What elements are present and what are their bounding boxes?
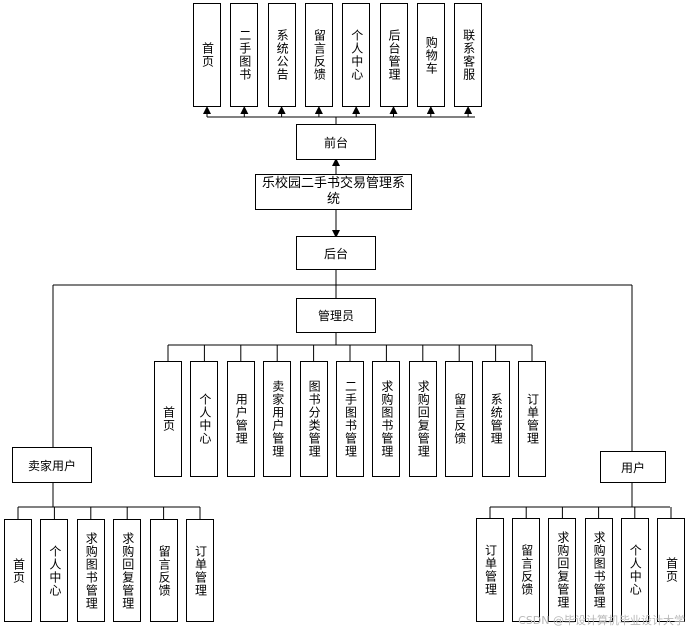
frontend-module-3: 留言反馈 bbox=[304, 3, 333, 107]
frontend-module-label: 二手图书 bbox=[237, 29, 252, 81]
user-module-1: 留言反馈 bbox=[512, 518, 541, 622]
admin-module-label: 系统管理 bbox=[489, 393, 504, 445]
admin-module-0: 首页 bbox=[154, 361, 182, 477]
user-module-2: 求购回复管理 bbox=[548, 518, 577, 622]
frontend-module-5: 后台管理 bbox=[379, 3, 408, 107]
admin-module-2: 用户管理 bbox=[226, 361, 255, 477]
seller-module-label: 个人中心 bbox=[47, 544, 62, 597]
admin-module-7: 求购回复管理 bbox=[408, 361, 437, 477]
backend-label: 后台 bbox=[323, 246, 348, 261]
seller-module-label: 求购图书管理 bbox=[84, 531, 99, 610]
frontend-module-4: 个人中心 bbox=[342, 3, 371, 107]
admin-label: 管理员 bbox=[317, 309, 354, 323]
seller-module-2: 求购图书管理 bbox=[76, 519, 105, 622]
user-module-label: 个人中心 bbox=[628, 544, 643, 596]
frontend-module-6: 购物车 bbox=[416, 3, 445, 107]
admin-module-label: 求购图书管理 bbox=[379, 380, 394, 458]
admin-module-label: 求购回复管理 bbox=[416, 380, 431, 458]
user-label: 用户 bbox=[620, 460, 645, 475]
frontend-module-label: 后台管理 bbox=[387, 29, 401, 81]
frontend-module-7: 联系客服 bbox=[454, 3, 483, 107]
admin-module-3: 卖家用户管理 bbox=[263, 361, 292, 477]
admin-module-4: 图书分类管理 bbox=[299, 361, 328, 477]
admin-module-label: 二手图书管理 bbox=[343, 380, 358, 458]
seller-module-4: 留言反馈 bbox=[149, 519, 178, 622]
user-module-3: 求购图书管理 bbox=[584, 518, 613, 622]
frontend-module-label: 个人中心 bbox=[349, 29, 364, 81]
frontend-module-1: 二手图书 bbox=[230, 3, 259, 107]
seller-module-1: 个人中心 bbox=[40, 519, 69, 622]
seller-module-0: 首页 bbox=[4, 519, 32, 622]
user-module-label: 求购图书管理 bbox=[592, 531, 607, 609]
admin-module-label: 卖家用户管理 bbox=[270, 380, 285, 458]
frontend-module-label: 联系客服 bbox=[461, 29, 476, 81]
admin-box: 管理员 bbox=[296, 298, 376, 333]
user-module-label: 首页 bbox=[664, 557, 679, 583]
frontend-module-label: 系统公告 bbox=[275, 29, 290, 81]
admin-module-9: 系统管理 bbox=[481, 361, 510, 477]
user-module-label: 求购回复管理 bbox=[555, 531, 570, 609]
user-module-label: 留言反馈 bbox=[519, 544, 534, 596]
admin-module-5: 二手图书管理 bbox=[336, 361, 364, 477]
user-module-0: 订单管理 bbox=[476, 518, 504, 622]
seller-label: 卖家用户 bbox=[27, 458, 76, 473]
seller-module-label: 首页 bbox=[11, 557, 26, 584]
frontend-module-0: 首页 bbox=[193, 3, 221, 107]
seller-box: 卖家用户 bbox=[12, 447, 92, 483]
frontend-label: 前台 bbox=[323, 135, 348, 150]
frontend-box: 前台 bbox=[296, 124, 376, 160]
admin-module-label: 首页 bbox=[161, 406, 176, 432]
admin-module-label: 用户管理 bbox=[234, 393, 249, 445]
admin-module-1: 个人中心 bbox=[190, 361, 219, 477]
seller-module-3: 求购回复管理 bbox=[113, 519, 142, 622]
frontend-module-label: 购物车 bbox=[424, 35, 439, 75]
admin-module-label: 个人中心 bbox=[197, 393, 212, 445]
frontend-module-2: 系统公告 bbox=[267, 3, 296, 107]
backend-box: 后台 bbox=[296, 236, 376, 270]
frontend-module-label: 首页 bbox=[200, 42, 215, 68]
seller-module-5: 订单管理 bbox=[186, 519, 214, 622]
seller-module-label: 订单管理 bbox=[193, 544, 208, 597]
watermark: CSDN @毕设计算机毕业设计大学 bbox=[518, 614, 685, 627]
frontend-module-label: 留言反馈 bbox=[312, 29, 327, 81]
admin-module-label: 图书分类管理 bbox=[307, 380, 322, 458]
system-title: 乐校园二手书交易管理系统 bbox=[261, 176, 405, 207]
system-title-box: 乐校园二手书交易管理系统 bbox=[255, 174, 412, 210]
user-module-5: 首页 bbox=[657, 518, 685, 622]
admin-module-10: 订单管理 bbox=[518, 361, 546, 477]
user-module-label: 订单管理 bbox=[483, 544, 498, 596]
user-module-4: 个人中心 bbox=[620, 518, 649, 622]
user-box: 用户 bbox=[600, 451, 666, 483]
admin-module-label: 留言反馈 bbox=[452, 393, 467, 445]
seller-module-label: 留言反馈 bbox=[157, 544, 172, 597]
seller-module-label: 求购回复管理 bbox=[120, 531, 135, 610]
admin-module-6: 求购图书管理 bbox=[372, 361, 401, 477]
admin-module-label: 订单管理 bbox=[525, 393, 540, 445]
admin-module-8: 留言反馈 bbox=[445, 361, 474, 477]
